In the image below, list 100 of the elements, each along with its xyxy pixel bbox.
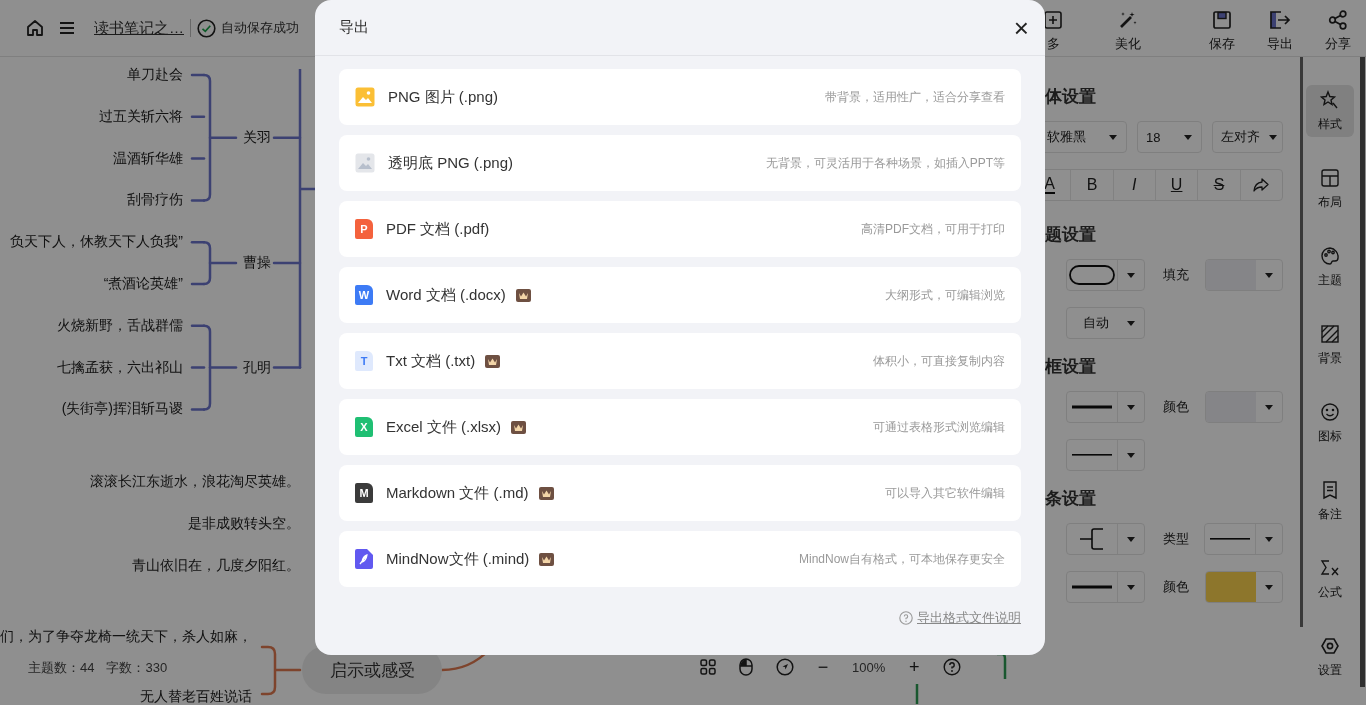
topic-node[interactable]: “煮酒论英雄”	[103, 275, 183, 293]
caret-icon	[1265, 536, 1273, 542]
export-format-option[interactable]: T Txt 文档 (.txt) 体积小，可直接复制内容	[339, 333, 1021, 389]
export-format-option[interactable]: PNG 图片 (.png) 带背景，适用性广，适合分享查看	[339, 69, 1021, 125]
caret-icon	[1184, 134, 1192, 140]
word-count: 字数：330	[106, 659, 168, 677]
field-label: 颜色	[1163, 398, 1190, 416]
format-button[interactable]: I	[1113, 170, 1156, 200]
export-format-option[interactable]: P PDF 文档 (.pdf) 高清PDF文档，可用于打印	[339, 201, 1021, 257]
topic-node[interactable]: 曹操	[243, 254, 271, 273]
dropdown-select[interactable]: 18	[1137, 121, 1202, 153]
image-file-icon	[355, 153, 375, 173]
bookmark-icon	[1320, 479, 1340, 500]
check-circle-icon	[197, 18, 216, 38]
document-file-icon: X	[355, 417, 373, 437]
export-arrow-icon	[1269, 9, 1291, 30]
document-title[interactable]: 读书笔记之…	[94, 18, 184, 38]
toolbar-button[interactable]: 导出	[1257, 3, 1303, 53]
caret-icon	[1269, 134, 1277, 140]
toolbar-button[interactable]: 美化	[1105, 3, 1151, 53]
layout-icon	[1320, 167, 1340, 188]
bracket-connector	[190, 240, 238, 286]
grid-icon[interactable]	[700, 659, 716, 675]
mouse-icon[interactable]	[739, 658, 753, 676]
export-format-option[interactable]: W Word 文档 (.docx) 大纲形式，可编辑浏览	[339, 267, 1021, 323]
toolbar-button[interactable]: 保存	[1199, 3, 1245, 53]
close-button[interactable]: ×	[1013, 14, 1029, 41]
style-dropdown[interactable]	[1204, 523, 1283, 555]
format-button[interactable]: U	[1156, 170, 1199, 200]
image-file-icon	[355, 87, 375, 107]
toolbar-button[interactable]: 分享	[1315, 3, 1361, 53]
connector-line	[915, 684, 919, 704]
document-file-icon: M	[355, 483, 373, 503]
palette-icon	[1320, 245, 1340, 266]
topic-node[interactable]: 滚滚长江东逝水，浪花淘尽英雄。	[90, 473, 300, 491]
topic-node[interactable]: 温酒斩华雄	[113, 149, 183, 168]
style-dropdown[interactable]	[1066, 571, 1145, 603]
help-icon	[899, 611, 913, 625]
caret-icon	[1127, 452, 1135, 458]
connector-line	[272, 366, 302, 369]
color-dropdown[interactable]	[1205, 259, 1283, 291]
topic-node[interactable]: 孔明	[243, 358, 271, 377]
sidebar-tab[interactable]: 样式	[1306, 85, 1354, 137]
home-icon[interactable]	[25, 18, 45, 38]
topic-node[interactable]: 七擒孟获，六出祁山	[57, 358, 183, 377]
hexagon-icon	[1320, 635, 1340, 656]
format-button[interactable]: B	[1071, 170, 1114, 200]
bracket-connector	[260, 645, 302, 696]
caret-icon	[1127, 320, 1135, 326]
topic-node[interactable]: 负天下人，休教天下人负我”	[10, 233, 183, 252]
connector-line	[272, 136, 302, 139]
dropdown-select[interactable]: 自动	[1066, 307, 1145, 339]
caret-icon	[1265, 404, 1273, 410]
menu-icon[interactable]	[59, 20, 75, 36]
format-button[interactable]: S	[1198, 170, 1241, 200]
topic-node[interactable]: 刮骨疗伤	[127, 191, 183, 210]
caret-icon	[1265, 584, 1273, 590]
style-dropdown[interactable]	[1066, 391, 1145, 423]
topic-node[interactable]: 是非成败转头空。	[188, 515, 300, 533]
section-title: 框设置	[1045, 356, 1097, 377]
color-dropdown[interactable]	[1205, 391, 1283, 423]
style-dropdown[interactable]	[1066, 523, 1145, 555]
plus-square-icon	[1043, 9, 1063, 30]
dropdown-select[interactable]: 左对齐	[1212, 121, 1283, 153]
help-icon[interactable]	[943, 658, 962, 676]
topic-node[interactable]: 关羽	[243, 128, 271, 147]
topic-node[interactable]: 无人替老百姓说话	[140, 688, 252, 705]
share-icon	[1328, 9, 1348, 30]
topic-node[interactable]: 青山依旧在，几度夕阳红。	[132, 557, 300, 575]
caret-icon	[1265, 272, 1273, 278]
topic-node[interactable]: (失街亭)挥泪斩马谡	[61, 400, 183, 419]
topic-node[interactable]: 过五关斩六将	[99, 107, 183, 126]
style-dropdown[interactable]	[1066, 439, 1145, 471]
thick-line-icon	[1072, 405, 1112, 409]
help-link[interactable]: 导出格式文件说明	[899, 609, 1021, 627]
export-format-option[interactable]: M Markdown 文件 (.md) 可以导入其它软件编辑	[339, 465, 1021, 521]
export-format-option[interactable]: MindNow文件 (.mind) MindNow自有格式，可本地保存更安全	[339, 531, 1021, 587]
zoom-out-button[interactable]: −	[817, 656, 829, 678]
document-file-icon: T	[355, 351, 373, 371]
feather-file-icon	[355, 549, 373, 569]
dialog-title: 导出	[339, 18, 369, 37]
export-format-option[interactable]: X Excel 文件 (.xlsx) 可通过表格形式浏览编辑	[339, 399, 1021, 455]
topic-count: 主题数：44	[28, 659, 95, 677]
color-dropdown[interactable]	[1205, 571, 1283, 603]
toolbar-button[interactable]: 多	[1030, 3, 1076, 53]
sparkle-cursor-icon	[1320, 89, 1340, 110]
section-title: 体设置	[1045, 86, 1097, 107]
topic-node[interactable]: 火烧新野，舌战群儒	[57, 316, 183, 335]
navigation-icon[interactable]	[776, 658, 794, 676]
forward-arrow-icon	[1253, 178, 1270, 192]
style-dropdown[interactable]	[1066, 259, 1145, 291]
document-file-icon: P	[355, 219, 373, 239]
thin-line-icon	[1072, 454, 1112, 456]
topic-node[interactable]: 们，为了争夺龙椅一统天下，杀人如麻，	[0, 628, 252, 646]
rounded-shape-icon	[1069, 265, 1115, 285]
bracket-icon	[1079, 528, 1104, 550]
export-format-option[interactable]: 透明底 PNG (.png) 无背景，可灵活用于各种场景，如插入PPT等	[339, 135, 1021, 191]
topic-node[interactable]: 单刀赴会	[127, 66, 183, 84]
thick-line-icon	[1072, 585, 1112, 589]
zoom-in-button[interactable]: +	[908, 656, 921, 678]
